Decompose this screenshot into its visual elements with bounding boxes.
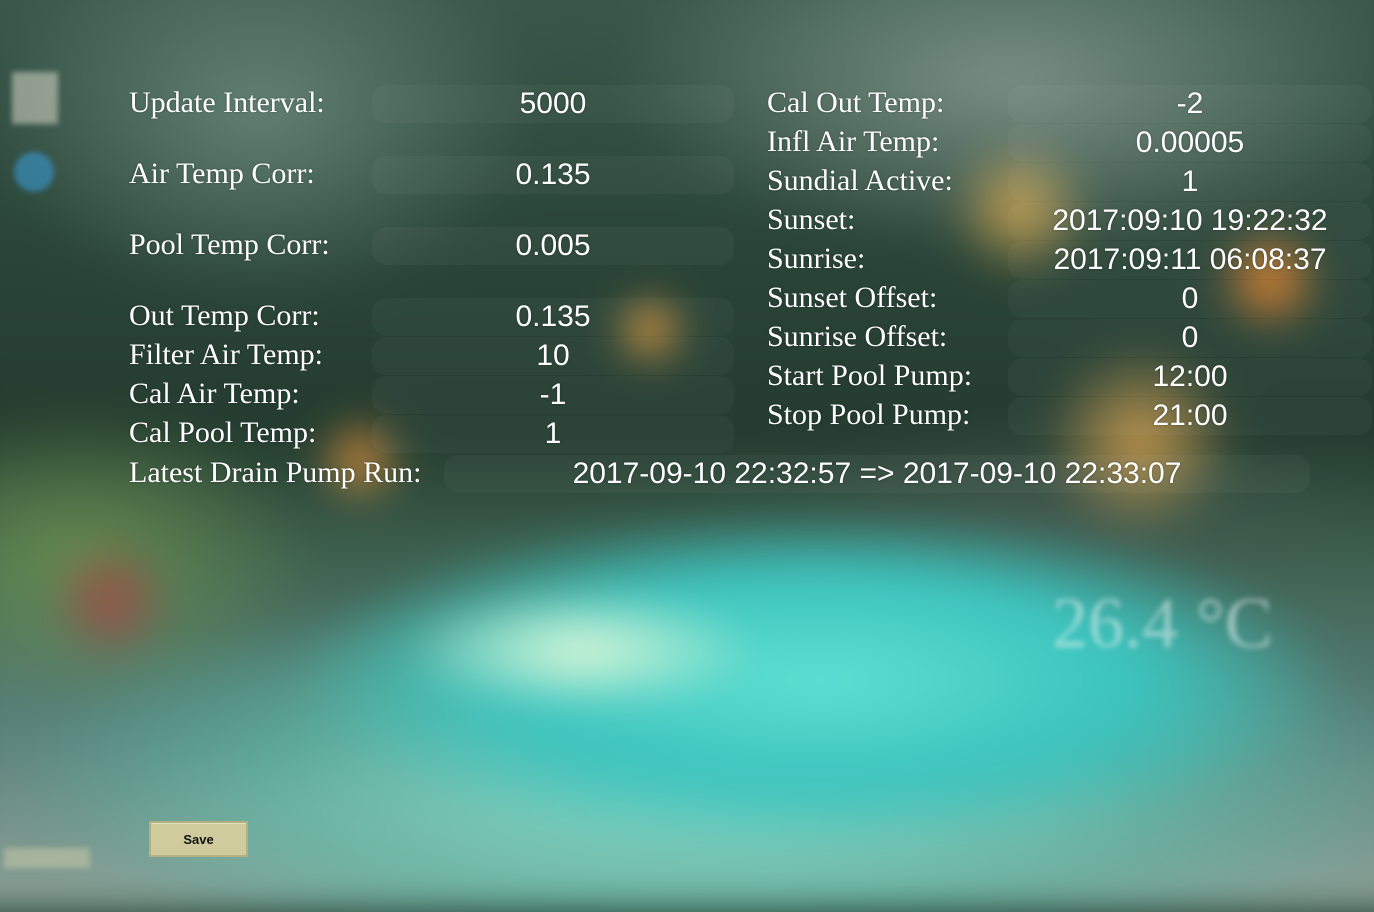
filter-air-temp-input[interactable]: [372, 337, 734, 375]
setting-label: Out Temp Corr:: [129, 299, 320, 332]
setting-label: Start Pool Pump:: [767, 359, 973, 392]
setting-label: Sunrise Offset:: [767, 320, 948, 353]
setting-label: Update Interval:: [129, 86, 325, 119]
update-interval-input[interactable]: [372, 85, 734, 123]
setting-label: Sunrise:: [767, 242, 866, 275]
sunset-input[interactable]: [1008, 202, 1372, 240]
cal-out-temp-input[interactable]: [1008, 85, 1372, 123]
setting-label: Stop Pool Pump:: [767, 398, 971, 431]
stop-pool-pump-input[interactable]: [1008, 397, 1372, 435]
cal-pool-temp-input[interactable]: [372, 415, 734, 453]
setting-label: Pool Temp Corr:: [129, 228, 330, 261]
start-pool-pump-input[interactable]: [1008, 358, 1372, 396]
setting-label: Air Temp Corr:: [129, 157, 315, 190]
sunrise-offset-input[interactable]: [1008, 319, 1372, 357]
setting-label: Infl Air Temp:: [767, 125, 940, 158]
setting-label: Sunset Offset:: [767, 281, 938, 314]
save-button[interactable]: Save: [149, 821, 248, 857]
latest-drain-pump-run-field[interactable]: [444, 455, 1310, 493]
infl-air-temp-input[interactable]: [1008, 124, 1372, 162]
setting-label: Filter Air Temp:: [129, 338, 324, 371]
setting-label: Cal Out Temp:: [767, 86, 945, 119]
setting-label: Latest Drain Pump Run:: [129, 456, 422, 489]
pool-temp-corr-input[interactable]: [372, 227, 734, 265]
setting-label: Cal Pool Temp:: [129, 416, 317, 449]
sunset-offset-input[interactable]: [1008, 280, 1372, 318]
sundial-active-input[interactable]: [1008, 163, 1372, 201]
sunrise-input[interactable]: [1008, 241, 1372, 279]
air-temp-corr-input[interactable]: [372, 156, 734, 194]
setting-label: Cal Air Temp:: [129, 377, 300, 410]
out-temp-corr-input[interactable]: [372, 298, 734, 336]
setting-label: Sunset:: [767, 203, 856, 236]
cal-air-temp-input[interactable]: [372, 376, 734, 414]
setting-label: Sundial Active:: [767, 164, 953, 197]
settings-panel: Update Interval: Air Temp Corr: Pool Tem…: [0, 0, 1374, 872]
